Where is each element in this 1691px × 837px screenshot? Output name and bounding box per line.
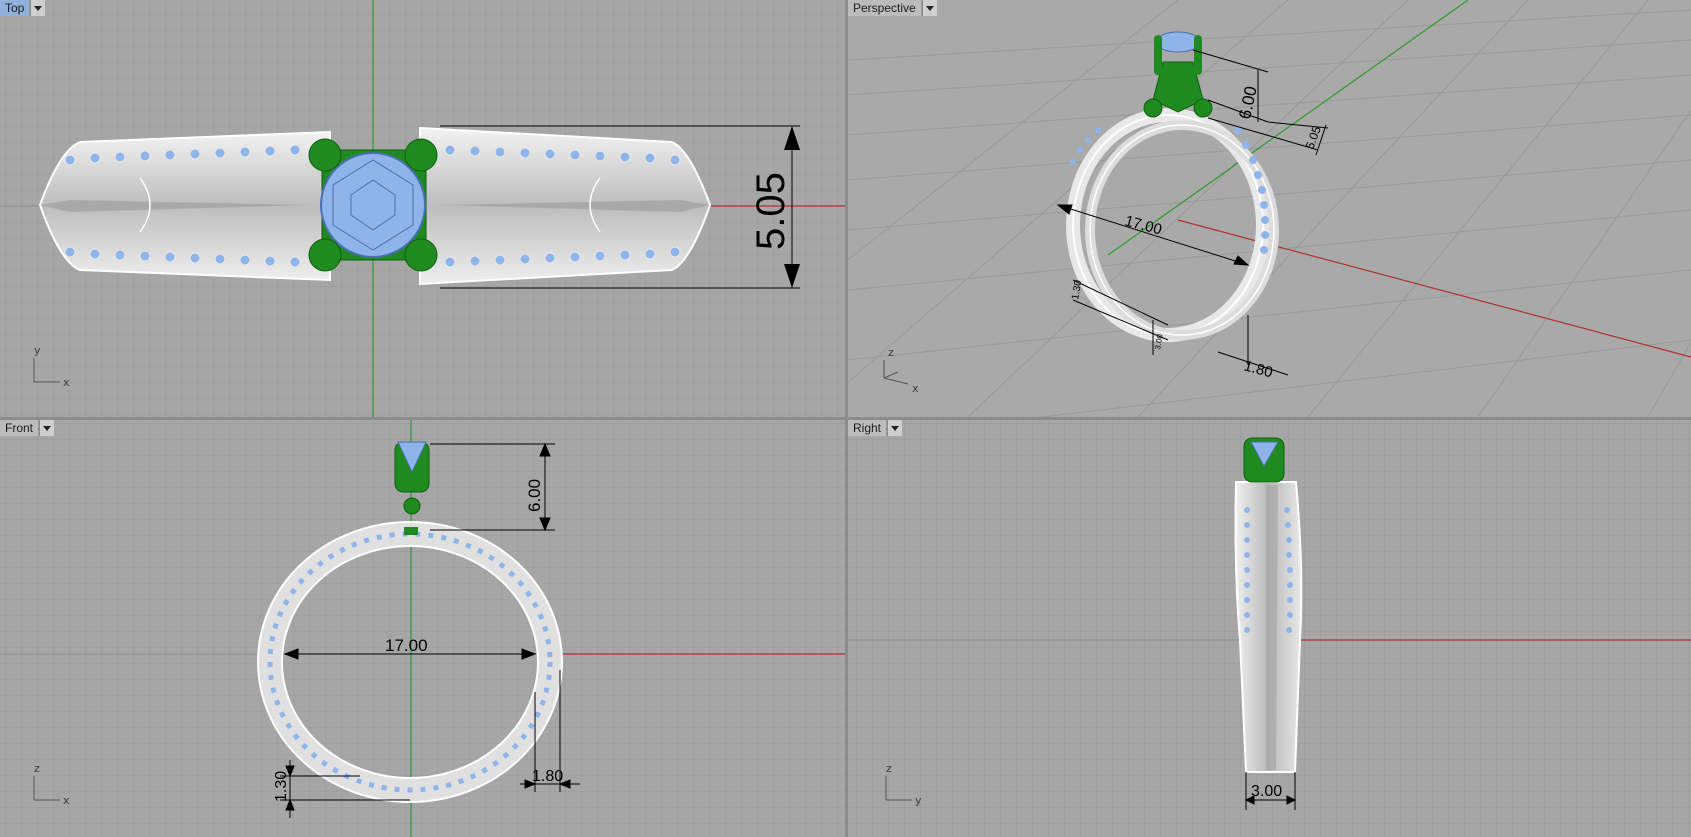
dimension-label: 6.00 [525,479,544,512]
viewport-top[interactable]: Top 5.05 y x [0,0,845,417]
dimension-label: 1.80 [532,768,563,785]
viewport-title: Front [0,420,40,436]
viewport-menu-chevron-icon[interactable] [39,420,55,436]
viewport-tab-right[interactable]: Right [848,420,903,436]
svg-text:x: x [63,376,70,389]
viewport-menu-chevron-icon[interactable] [887,420,903,436]
viewport-right[interactable]: Right 3.00 z y [848,420,1691,837]
viewport-title: Perspective [848,0,922,16]
viewport-tab-front[interactable]: Front [0,420,55,436]
svg-text:z: z [888,346,894,359]
viewport-tab-perspective[interactable]: Perspective [848,0,937,16]
center-stone-top [308,138,438,272]
viewport-tab-top[interactable]: Top [0,0,46,16]
ring-model-right [1234,437,1303,773]
viewport-menu-chevron-icon[interactable] [921,0,937,16]
svg-text:x: x [912,382,919,395]
svg-text:y: y [34,344,41,357]
viewport-menu-chevron-icon[interactable] [30,0,46,16]
viewport-title: Top [0,0,31,16]
right-view-canvas[interactable]: 3.00 z y [848,420,1691,837]
dimension-label: 3.00 [1251,783,1282,800]
dimension-label: 17.00 [385,636,428,655]
svg-text:y: y [915,794,922,807]
svg-text:x: x [63,794,70,807]
svg-text:z: z [34,762,40,775]
viewport-front[interactable]: Front 6.00 17.00 1.30 1.80 z x [0,420,845,837]
dimension-label: 1.30 [273,771,290,802]
svg-text:z: z [886,762,892,775]
dimension-label: 5.05 [749,172,793,250]
top-view-canvas[interactable]: 5.05 y x [0,0,845,417]
viewport-perspective[interactable]: Perspective 6.00 5.05 17.00 1.30 3.00 1.… [848,0,1691,417]
front-view-canvas[interactable]: 6.00 17.00 1.30 1.80 z x [0,420,845,837]
viewport-title: Right [848,420,888,436]
perspective-view-canvas[interactable]: 6.00 5.05 17.00 1.30 3.00 1.80 z x [848,0,1691,417]
